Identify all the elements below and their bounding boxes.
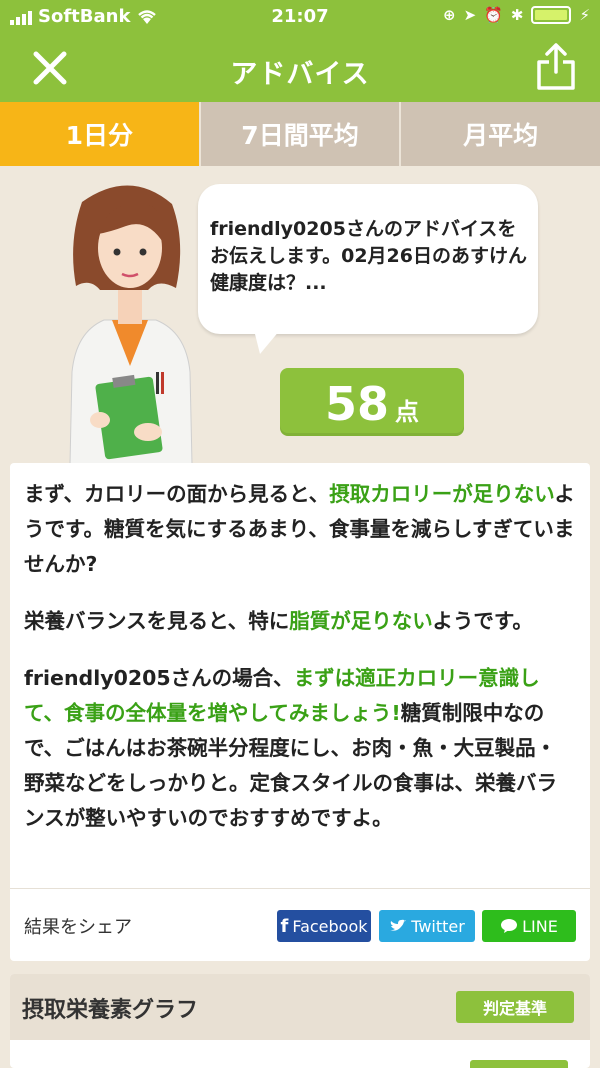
advice-paragraph-balance: 栄養バランスを見ると、特に脂質が足りないようです。 [24, 609, 533, 633]
advice-paragraph-suggestion: friendly0205さんの場合、まずは適正カロリー意識して、食事の全体量を増… [24, 666, 557, 830]
battery-icon [531, 6, 572, 24]
speech-bubble-tail [254, 330, 280, 354]
page-title: アドバイス [230, 59, 370, 90]
tab-1day[interactable]: 1日分 [0, 102, 199, 166]
bluetooth-icon: ✱ [510, 6, 524, 24]
twitter-share-button[interactable]: Twitter [379, 910, 475, 942]
period-tabs: 1日分 7日間平均 月平均 [0, 102, 600, 166]
graph-bar-peek [470, 1060, 568, 1068]
line-share-button[interactable]: LINE [482, 910, 576, 942]
score-unit: 点 [395, 398, 419, 426]
share-icon[interactable] [534, 42, 578, 92]
status-bar: SoftBank 21:07 ⊕ ➤ ⏰ ✱ ⚡ [0, 0, 600, 34]
tab-7day-average[interactable]: 7日間平均 [198, 102, 400, 166]
advisor-illustration [69, 185, 193, 464]
facebook-share-button[interactable]: f Facebook [277, 910, 371, 942]
graph-title: 摂取栄養素グラフ [22, 998, 199, 1023]
facebook-icon: f [280, 915, 289, 937]
advisor-speech-bubble: friendly0205さんのアドバイスをお伝えします。02月26日のあすけん健… [198, 184, 538, 334]
rotation-lock-icon: ⊕ [443, 6, 456, 24]
highlight-fat: 脂質が足りない [289, 609, 433, 633]
tab-monthly-average[interactable]: 月平均 [399, 102, 600, 166]
location-icon: ➤ [463, 6, 477, 24]
charging-icon: ⚡ [579, 6, 590, 24]
alarm-icon: ⏰ [484, 6, 503, 24]
line-speech-icon [501, 919, 518, 933]
advice-paragraph-calorie: まず、カロリーの面から見ると、摂取カロリーが足りないようです。糖質を気にするあま… [24, 482, 575, 576]
advice-text: まず、カロリーの面から見ると、摂取カロリーが足りないようです。糖質を気にするあま… [10, 463, 590, 836]
advice-card: まず、カロリーの面から見ると、摂取カロリーが足りないようです。糖質を気にするあま… [10, 463, 590, 961]
highlight-calorie: 摂取カロリーが足りない [329, 482, 555, 506]
nutrient-graph-section: 摂取栄養素グラフ 判定基準 [10, 974, 590, 1068]
share-label: 結果をシェア [24, 917, 132, 938]
graph-header: 摂取栄養素グラフ 判定基準 [10, 974, 590, 1040]
criteria-button[interactable]: 判定基準 [456, 991, 574, 1023]
twitter-icon [390, 919, 407, 931]
health-score-badge: 58 点 [280, 368, 464, 436]
nav-bar: アドバイス [0, 34, 600, 102]
score-value: 58 [324, 377, 389, 431]
share-row: 結果をシェア f Facebook Twitter LINE [10, 888, 590, 961]
